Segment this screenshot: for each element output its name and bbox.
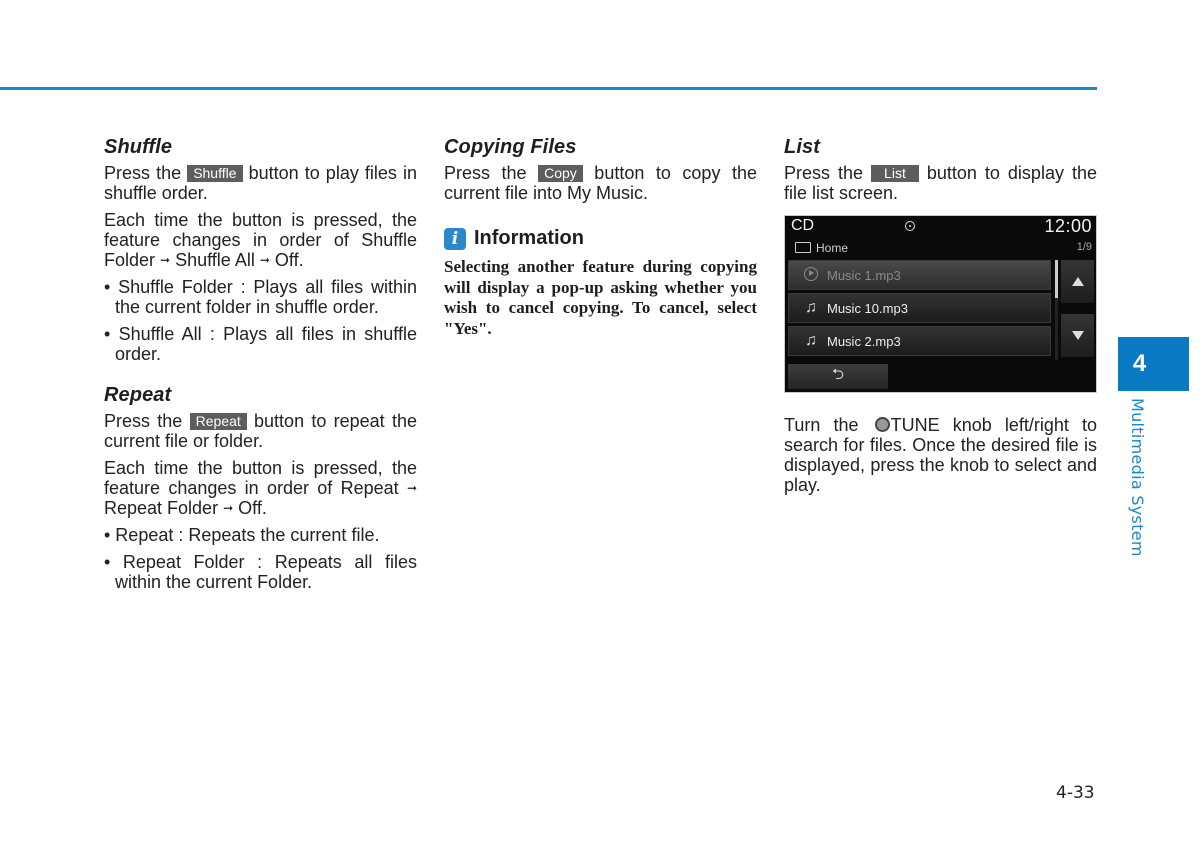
info-icon: i [444, 227, 466, 250]
arrow-icon: ➞ [259, 253, 270, 267]
tune-instructions: Turn the TUNE knob left/right to search … [784, 415, 1097, 495]
file-row[interactable]: Music 1.mp3 [788, 260, 1051, 290]
column-1: Shuffle Press the Shuffle button to play… [104, 136, 417, 599]
arrow-icon: ➞ [406, 481, 417, 495]
shuffle-intro: Press the Shuffle button to play files i… [104, 163, 417, 203]
file-row[interactable]: ♫ Music 10.mp3 [788, 293, 1051, 323]
scrollbar-thumb[interactable] [1055, 260, 1058, 298]
repeat-bullet: • Repeat : Repeats the current file. [104, 525, 380, 545]
back-button[interactable]: ⮌ [788, 364, 888, 389]
arrow-icon: ➞ [160, 253, 171, 267]
disc-icon [905, 221, 915, 231]
information-header: i Information [444, 227, 757, 250]
header-rule [0, 87, 1097, 90]
scroll-up-button[interactable] [1061, 260, 1094, 303]
shuffle-button-label: Shuffle [187, 165, 243, 182]
folder-path: Home 1/9 [795, 241, 1092, 257]
arrow-down-icon [1071, 331, 1084, 340]
copy-button-label: Copy [538, 165, 583, 182]
file-list-screenshot: CD 12:00 Home 1/9 Music 1.mp3 ♫ Music 10… [784, 215, 1097, 393]
repeat-order: Each time the button is pressed, the fea… [104, 458, 417, 518]
repeat-heading: Repeat [104, 384, 172, 406]
music-note-icon: ♫ [805, 332, 817, 349]
source-label: CD [791, 217, 815, 234]
music-note-icon: ♫ [805, 299, 817, 316]
screen-status-bar: CD 12:00 [791, 216, 1092, 237]
information-title: Information [474, 227, 584, 249]
information-body: Selecting another feature during copying… [444, 257, 757, 338]
list-intro: Press the List button to display the fil… [784, 163, 1097, 203]
repeat-button-label: Repeat [189, 413, 247, 430]
back-icon: ⮌ [831, 366, 844, 383]
folder-icon [795, 242, 811, 253]
column-2: Copying Files Press the Copy button to c… [444, 136, 757, 339]
page-number: 4-33 [1056, 783, 1095, 803]
repeat-bullet: • Repeat Folder : Repeats all files with… [104, 552, 417, 592]
copying-intro: Press the Copy button to copy the curren… [444, 163, 757, 203]
column-3: List Press the List button to display th… [784, 136, 1097, 502]
copying-heading: Copying Files [444, 136, 577, 158]
repeat-intro: Press the Repeat button to repeat the cu… [104, 411, 417, 451]
file-count: 1/9 [1076, 241, 1092, 253]
clock: 12:00 [1044, 216, 1092, 236]
shuffle-bullet: • Shuffle Folder : Plays all files withi… [104, 277, 417, 317]
chapter-title: Multimedia System [1128, 398, 1147, 557]
file-row[interactable]: ♫ Music 2.mp3 [788, 326, 1051, 356]
shuffle-bullet: • Shuffle All : Plays all files in shuff… [104, 324, 417, 364]
arrow-icon: ➞ [223, 501, 234, 515]
arrow-up-icon [1071, 277, 1084, 286]
shuffle-heading: Shuffle [104, 136, 173, 158]
play-icon [804, 266, 818, 281]
scroll-down-button[interactable] [1061, 314, 1094, 357]
scrollbar[interactable] [1055, 260, 1058, 360]
tune-knob-icon [874, 417, 890, 432]
chapter-tab: 4 [1118, 337, 1189, 391]
list-heading: List [784, 136, 820, 158]
list-button-label: List [871, 165, 919, 182]
shuffle-order: Each time the button is pressed, the fea… [104, 210, 417, 270]
